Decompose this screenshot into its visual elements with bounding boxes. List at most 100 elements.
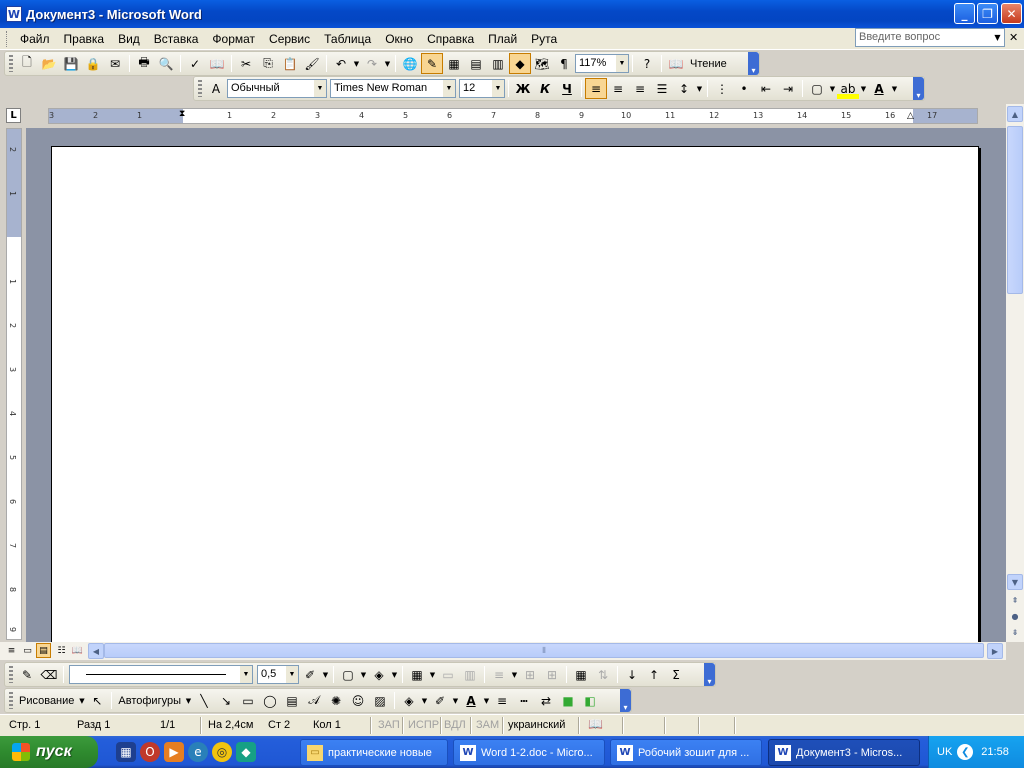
- menu-view[interactable]: Вид: [111, 30, 147, 48]
- insert-excel-icon[interactable]: ▤: [465, 53, 487, 74]
- wordart-icon[interactable]: 𝒜: [303, 690, 325, 711]
- menu-ruta[interactable]: Рута: [524, 30, 564, 48]
- columns-icon[interactable]: ▥: [487, 53, 509, 74]
- open-folder-icon[interactable]: 📂: [38, 53, 60, 74]
- redo-icon[interactable]: ↷: [361, 53, 383, 74]
- menu-edit[interactable]: Правка: [57, 30, 112, 48]
- table-autoformat-icon[interactable]: ▦: [570, 664, 592, 685]
- line-weight-dropdown-icon[interactable]: ▼: [286, 666, 298, 683]
- tables-borders-icon[interactable]: ✎: [421, 53, 443, 74]
- close-button[interactable]: ✕: [1001, 3, 1022, 24]
- copy-icon[interactable]: ⎘: [257, 53, 279, 74]
- new-document-icon[interactable]: 🗋: [16, 53, 38, 74]
- minimize-button[interactable]: _: [954, 3, 975, 24]
- outside-border-icon[interactable]: ▢: [337, 664, 359, 685]
- shadow-style-icon[interactable]: ■: [557, 690, 579, 711]
- increase-indent-icon[interactable]: ⇥: [777, 78, 799, 99]
- oval-icon[interactable]: ◯: [259, 690, 281, 711]
- cut-icon[interactable]: ✂: [235, 53, 257, 74]
- email-icon[interactable]: ✉: [104, 53, 126, 74]
- clip-art-icon[interactable]: ☺: [347, 690, 369, 711]
- menu-grip[interactable]: [6, 30, 9, 47]
- rectangle-icon[interactable]: ▭: [237, 690, 259, 711]
- quick-launch-icon[interactable]: ◆: [236, 742, 256, 762]
- bullets-icon[interactable]: •: [733, 78, 755, 99]
- undo-dropdown-icon[interactable]: ▼: [352, 60, 361, 68]
- text-direction-icon[interactable]: ⇅: [592, 664, 614, 685]
- distribute-columns-icon[interactable]: ⊞: [541, 664, 563, 685]
- shading-color-dropdown-icon[interactable]: ▼: [390, 671, 399, 679]
- select-browse-object-icon[interactable]: ●: [1007, 608, 1023, 624]
- drawing-icon[interactable]: ◆: [509, 53, 531, 74]
- vertical-ruler[interactable]: 2 1 1 2 3 4 5 6 7 8 9: [6, 128, 22, 640]
- align-right-icon[interactable]: ≡: [629, 78, 651, 99]
- word-app-icon[interactable]: W: [6, 6, 22, 22]
- decrease-indent-icon[interactable]: ⇤: [755, 78, 777, 99]
- 3d-style-icon[interactable]: ◧: [579, 690, 601, 711]
- opera-icon[interactable]: O: [140, 742, 160, 762]
- format-painter-icon[interactable]: 🖌: [301, 53, 323, 74]
- scroll-right-icon[interactable]: ▶: [987, 643, 1003, 659]
- first-line-indent-icon[interactable]: ⧗: [179, 109, 185, 119]
- line-style-icon[interactable]: ≡: [491, 690, 513, 711]
- horizontal-scroll-thumb[interactable]: ⦀: [104, 643, 984, 658]
- font-size-dropdown-icon[interactable]: ▼: [492, 80, 504, 97]
- horizontal-ruler[interactable]: 3 2 1 1 2 3 4 5 6 7 8 9 10 11 12 13 14 1…: [48, 108, 978, 124]
- menu-plai[interactable]: Плай: [481, 30, 524, 48]
- toolbar-options-icon[interactable]: ▾: [748, 52, 759, 75]
- cell-alignment-icon[interactable]: ≡: [488, 664, 510, 685]
- numbering-icon[interactable]: ⋮: [711, 78, 733, 99]
- show-hide-pilcrow-icon[interactable]: ¶: [553, 53, 575, 74]
- status-extend[interactable]: ВДЛ: [444, 719, 466, 731]
- spelling-status-icon[interactable]: 📖: [588, 717, 603, 731]
- insert-table-icon[interactable]: ▦: [406, 664, 428, 685]
- show-desktop-icon[interactable]: ▦: [116, 742, 136, 762]
- cell-alignment-dropdown-icon[interactable]: ▼: [510, 671, 519, 679]
- toolbar-grip[interactable]: [9, 666, 13, 683]
- line-style-select[interactable]: ▼: [69, 665, 253, 684]
- tab-selector[interactable]: L: [6, 108, 21, 123]
- line-style-dropdown-icon[interactable]: ▼: [240, 666, 252, 683]
- bold-button[interactable]: Ж: [512, 78, 534, 99]
- style-select[interactable]: Обычный ▼: [227, 79, 327, 98]
- paste-icon[interactable]: 📋: [279, 53, 301, 74]
- sort-descending-icon[interactable]: ↑: [643, 664, 665, 685]
- outline-view-icon[interactable]: ☷: [54, 643, 69, 658]
- spelling-icon[interactable]: ✓: [184, 53, 206, 74]
- insert-picture-icon[interactable]: ▨: [369, 690, 391, 711]
- eraser-icon[interactable]: ⌫: [38, 664, 60, 685]
- font-dropdown-icon[interactable]: ▼: [443, 80, 455, 97]
- close-document-icon[interactable]: ✕: [1009, 30, 1022, 45]
- menu-table[interactable]: Таблица: [317, 30, 378, 48]
- border-color-icon[interactable]: ✐: [299, 664, 321, 685]
- reading-view-icon[interactable]: 📖: [70, 643, 85, 658]
- start-button[interactable]: пуск: [0, 736, 98, 768]
- styles-formatting-icon[interactable]: A: [205, 78, 227, 99]
- taskbar-item[interactable]: W Робочий зошит для ...: [610, 739, 762, 766]
- insert-table-icon[interactable]: ▦: [443, 53, 465, 74]
- status-track-changes[interactable]: ИСПР: [408, 719, 439, 731]
- document-map-icon[interactable]: 🗺: [531, 53, 553, 74]
- ask-dropdown-arrow[interactable]: ▼: [991, 30, 1004, 45]
- sort-ascending-icon[interactable]: ↓: [621, 664, 643, 685]
- right-indent-icon[interactable]: △: [907, 111, 914, 121]
- status-record[interactable]: ЗАП: [378, 719, 400, 731]
- merge-cells-icon[interactable]: ▭: [437, 664, 459, 685]
- align-left-icon[interactable]: ≡: [585, 78, 607, 99]
- dash-style-icon[interactable]: ┅: [513, 690, 535, 711]
- normal-view-icon[interactable]: ≡: [4, 643, 19, 658]
- taskbar-item[interactable]: W Word 1-2.doc - Micro...: [453, 739, 605, 766]
- borders-dropdown-icon[interactable]: ▼: [828, 85, 837, 93]
- line-color-dropdown-icon[interactable]: ▼: [451, 697, 460, 705]
- align-center-icon[interactable]: ≡: [607, 78, 629, 99]
- tray-expand-icon[interactable]: ❮: [957, 744, 974, 760]
- text-box-icon[interactable]: ▤: [281, 690, 303, 711]
- toolbar-grip[interactable]: [9, 692, 13, 709]
- line-spacing-dropdown-icon[interactable]: ▼: [695, 85, 704, 93]
- style-dropdown-icon[interactable]: ▼: [314, 80, 326, 97]
- toolbar-options-icon[interactable]: ▾: [620, 689, 631, 712]
- scroll-down-icon[interactable]: ▼: [1007, 574, 1023, 590]
- italic-button[interactable]: К: [534, 78, 556, 99]
- drawing-menu-button[interactable]: Рисование: [16, 695, 77, 707]
- toolbar-options-icon[interactable]: ▾: [913, 77, 924, 100]
